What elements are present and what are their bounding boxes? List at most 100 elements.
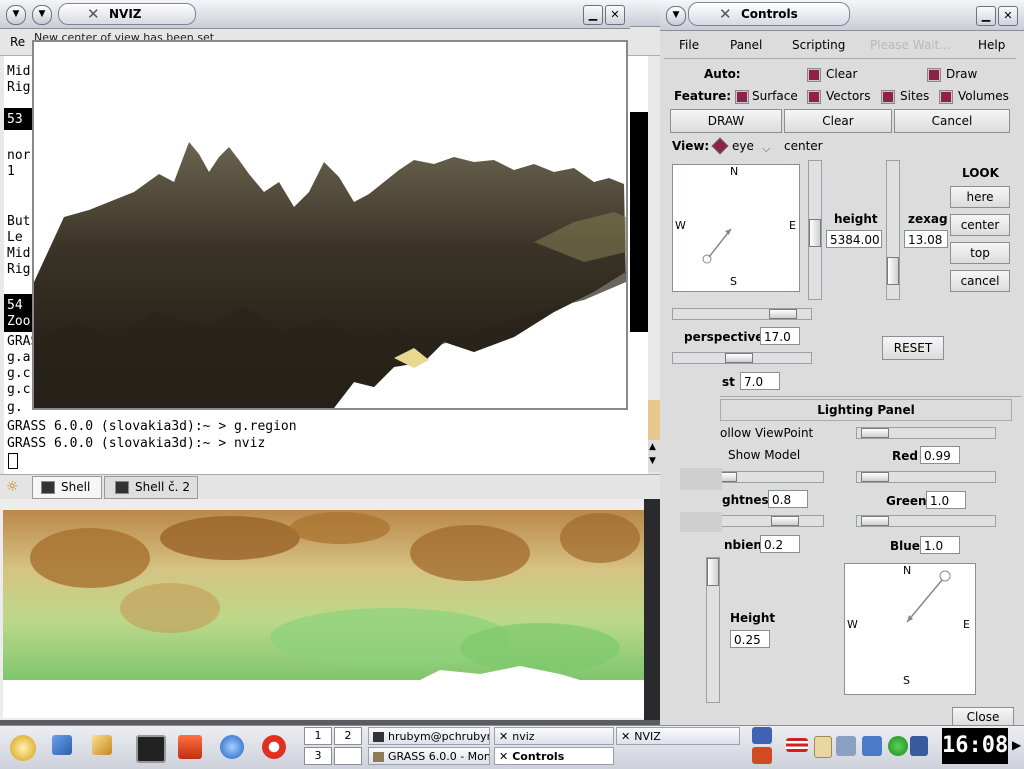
minimize-button[interactable]: ▁	[583, 5, 603, 25]
task-terminal[interactable]: hrubym@pchrubym	[368, 727, 490, 745]
elevation-map	[3, 510, 644, 718]
light-x-slider[interactable]	[856, 427, 996, 439]
tab-shell-2[interactable]: Shell č. 2	[104, 476, 198, 499]
menu-file[interactable]: File	[679, 38, 699, 52]
cancel-button[interactable]: Cancel	[894, 109, 1010, 133]
look-top-button[interactable]: top	[950, 242, 1010, 264]
desktop-1[interactable]: 1	[304, 727, 332, 745]
new-tab-icon[interactable]: ☼	[6, 479, 26, 495]
desktop-3[interactable]: 3	[304, 747, 332, 765]
red-slider[interactable]	[856, 471, 996, 483]
auto-clear-label: Clear	[826, 67, 858, 81]
vectors-checkbox[interactable]	[807, 90, 821, 104]
nviz-canvas[interactable]	[32, 40, 628, 410]
viewpoint-compass[interactable]: N S W E	[672, 164, 800, 292]
nviz-window: ▼ ▼ ✕ NVIZ ▁ ✕ New center of view has be…	[0, 0, 630, 412]
minimize-button[interactable]: ▁	[976, 6, 996, 26]
view-vertical-slider[interactable]	[808, 160, 822, 300]
clock[interactable]: 16:08	[942, 728, 1008, 764]
show-model-label[interactable]: Show Model	[728, 448, 800, 462]
desktop-4[interactable]	[334, 747, 362, 765]
ambient-slider[interactable]	[720, 515, 824, 527]
view-eye-radio[interactable]	[711, 137, 729, 155]
follow-viewpoint-label[interactable]: ollow ViewPoint	[720, 426, 813, 440]
home-icon[interactable]	[178, 735, 202, 759]
volumes-checkbox[interactable]	[939, 90, 953, 104]
klipper-icon[interactable]	[814, 736, 832, 758]
controls-window: ▼ ✕ Controls ▁ ✕ File Panel Scripting Pl…	[660, 0, 1024, 727]
terminal-scrollbar[interactable]: ▲ ▼	[648, 400, 660, 472]
light-height-field[interactable]: 0.25	[730, 630, 770, 648]
blue-field[interactable]: 1.0	[920, 536, 960, 554]
window-menu-icon[interactable]: ▼	[666, 6, 686, 26]
zexag-slider[interactable]	[886, 160, 900, 300]
x-logo-icon: ✕	[499, 730, 509, 743]
shade-icon[interactable]: ▼	[32, 5, 52, 25]
desktop-pager: 1 2 3	[304, 726, 362, 766]
zexag-label: zexag	[908, 212, 948, 226]
reset-button[interactable]: RESET	[882, 336, 944, 360]
task-nviz-lower[interactable]: ✕ nviz	[494, 727, 614, 745]
logout-icon[interactable]	[752, 747, 772, 764]
perspective-slider[interactable]	[672, 308, 812, 320]
look-here-button[interactable]: here	[950, 186, 1010, 208]
surface-checkbox[interactable]	[735, 90, 749, 104]
kde-menu-icon[interactable]	[10, 735, 36, 761]
brightness-slider[interactable]	[720, 471, 824, 483]
close-button[interactable]: ✕	[998, 6, 1018, 26]
green-slider[interactable]	[856, 515, 996, 527]
menu-busy-indicator: Please Wait...	[870, 38, 951, 52]
control-center-icon[interactable]	[92, 735, 112, 755]
look-cancel-button[interactable]: cancel	[950, 270, 1010, 292]
brightness-field[interactable]: 0.8	[768, 490, 808, 508]
clover-icon[interactable]	[888, 736, 908, 756]
keyboard-layout-icon[interactable]	[786, 738, 808, 752]
light-direction-compass[interactable]: N S W E	[844, 563, 976, 695]
desktop-2[interactable]: 2	[334, 727, 362, 745]
x-logo-icon: ✕	[87, 5, 100, 23]
taskbar-scroll-icon[interactable]: ▶	[1012, 738, 1021, 752]
terminal-prompt-line: GRASS 6.0.0 (slovakia3d):~ > g.region	[7, 419, 297, 434]
light-direction-arrow	[906, 570, 951, 623]
menu-scripting[interactable]: Scripting	[792, 38, 845, 52]
sites-checkbox[interactable]	[881, 90, 895, 104]
display-icon[interactable]	[862, 736, 882, 756]
green-label: Green	[886, 494, 927, 508]
lock-screen-icon[interactable]	[752, 727, 772, 744]
view-center-radio[interactable]: ⌵	[762, 142, 770, 156]
clear-button[interactable]: Clear	[784, 109, 892, 133]
red-field[interactable]: 0.99	[920, 446, 960, 464]
auto-draw-checkbox[interactable]	[927, 68, 941, 82]
draw-button[interactable]: DRAW	[670, 109, 782, 133]
help-icon[interactable]	[262, 735, 286, 759]
twist-field[interactable]: 7.0	[740, 372, 780, 390]
tab-shell[interactable]: Shell	[32, 476, 102, 499]
ambient-field[interactable]: 0.2	[760, 535, 800, 553]
perspective-label: perspective	[684, 330, 764, 344]
task-controls[interactable]: ✕ Controls	[494, 747, 614, 765]
lighting-panel-title: Lighting Panel	[720, 399, 1012, 421]
close-button[interactable]: ✕	[605, 5, 625, 25]
zexag-field[interactable]: 13.08	[904, 230, 948, 248]
volume-icon[interactable]	[910, 736, 928, 756]
desktop-icon[interactable]	[52, 735, 72, 755]
close-lighting-button[interactable]: Close	[952, 707, 1014, 727]
menu-panel[interactable]: Panel	[730, 38, 762, 52]
light-height-slider[interactable]	[706, 557, 720, 703]
look-center-button[interactable]: center	[950, 214, 1010, 236]
height-field[interactable]: 5384.00	[826, 230, 882, 248]
network-icon[interactable]	[836, 736, 856, 756]
browser-icon[interactable]	[220, 735, 244, 759]
terrain-render	[34, 142, 626, 408]
task-nviz-upper[interactable]: ✕ NVIZ	[616, 727, 740, 745]
window-menu-icon[interactable]: ▼	[6, 5, 26, 25]
perspective-field[interactable]: 17.0	[760, 327, 800, 345]
feature-label: Feature:	[674, 89, 732, 103]
auto-clear-checkbox[interactable]	[807, 68, 821, 82]
view-eye-label: eye	[732, 139, 754, 153]
task-grass-monitor[interactable]: GRASS 6.0.0 - Mon	[368, 747, 490, 765]
twist-slider[interactable]	[672, 352, 812, 364]
konsole-icon[interactable]	[136, 735, 166, 763]
green-field[interactable]: 1.0	[926, 491, 966, 509]
menu-help[interactable]: Help	[978, 38, 1005, 52]
